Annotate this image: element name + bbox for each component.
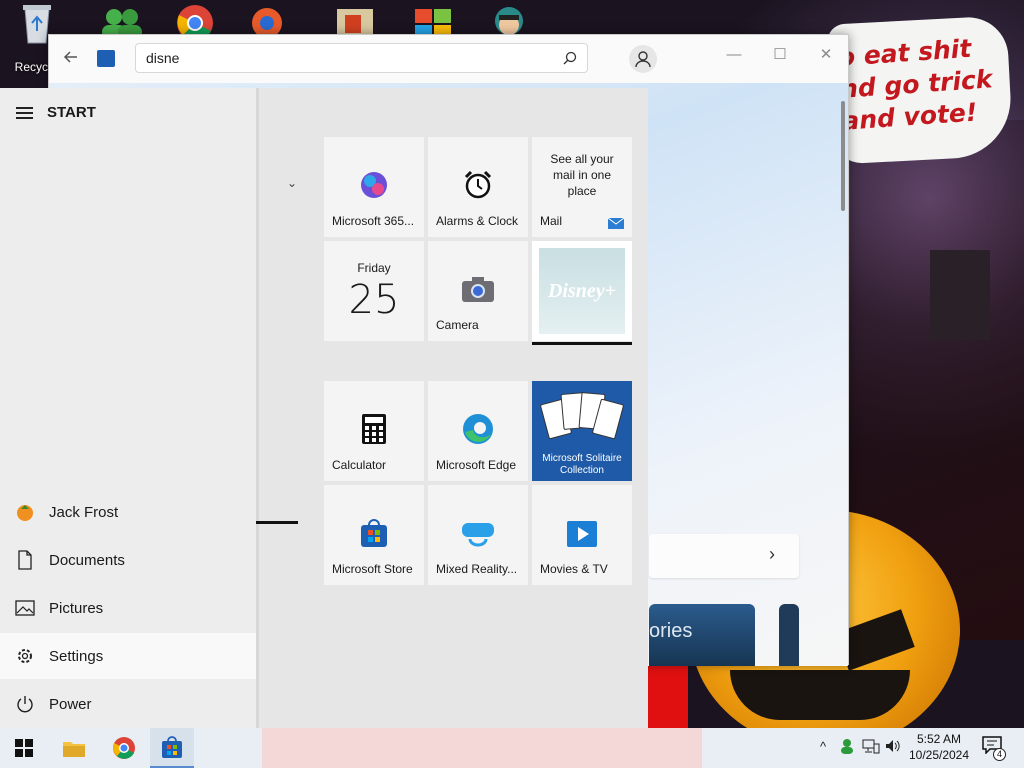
clock-date: 10/25/2024 <box>908 748 970 762</box>
folder-icon <box>63 742 85 757</box>
movies-tv-icon <box>564 515 600 551</box>
start-item-label: Jack Frost <box>49 503 119 521</box>
notification-count-badge: 4 <box>993 748 1006 761</box>
search-icon[interactable] <box>563 51 577 65</box>
mixed-reality-icon <box>460 515 496 551</box>
start-header[interactable]: START <box>16 104 96 121</box>
taskbar-clock[interactable]: 5:52 AM 10/25/2024 <box>900 731 978 763</box>
tile-label: Camera <box>436 318 479 332</box>
chevron-down-icon[interactable]: ⌄ <box>287 176 297 190</box>
maximize-button[interactable]: ☐ <box>757 41 803 69</box>
gear-icon <box>14 645 36 667</box>
minimize-button[interactable]: — <box>711 41 757 69</box>
close-button[interactable]: ✕ <box>803 41 849 69</box>
tile-microsoft-edge[interactable]: Microsoft Edge <box>428 381 528 481</box>
tile-label: Mixed Reality... <box>436 562 518 576</box>
tile-calendar[interactable]: Friday 25 <box>324 241 424 341</box>
disney-logo: Disney+ <box>547 280 617 302</box>
start-menu-tiles-pane: ⌄ Microsoft 365... Alarms & Clock See al… <box>259 88 648 728</box>
start-title: START <box>47 104 96 121</box>
store-taskbar-button[interactable] <box>150 728 194 768</box>
store-bag-icon <box>162 736 182 758</box>
start-item-power[interactable]: Power <box>0 681 256 727</box>
tile-mail[interactable]: See all your mail in one place Mail <box>532 137 632 237</box>
start-item-label: Power <box>49 695 92 713</box>
start-item-user[interactable]: Jack Frost <box>0 489 256 535</box>
tile-label: Movies & TV <box>540 562 608 576</box>
edge-icon <box>460 411 496 447</box>
tile-label: Alarms & Clock <box>436 214 519 228</box>
store-promo-card[interactable]: ories <box>649 604 755 666</box>
chevron-up-icon[interactable]: ^ <box>814 738 832 756</box>
start-item-pictures[interactable]: Pictures <box>0 585 256 631</box>
alarm-clock-icon <box>460 167 496 203</box>
start-item-label: Documents <box>49 551 125 569</box>
taskbar-highlight <box>262 728 702 768</box>
tile-label: Microsoft Store <box>332 562 413 576</box>
people-tray-icon[interactable] <box>838 738 856 756</box>
start-item-label: Pictures <box>49 599 104 617</box>
start-button[interactable] <box>2 728 46 768</box>
account-icon[interactable] <box>629 45 657 73</box>
tile-disney-plus[interactable]: Disney+ <box>532 241 632 345</box>
tile-movies-tv[interactable]: Movies & TV <box>532 485 632 585</box>
wallpaper-house <box>930 250 990 340</box>
tile-mixed-reality[interactable]: Mixed Reality... <box>428 485 528 585</box>
power-icon <box>14 693 36 715</box>
store-title-bar: — ☐ ✕ <box>49 35 848 83</box>
tile-label: Microsoft Edge <box>436 458 517 472</box>
camera-icon <box>460 271 496 307</box>
calendar-day: Friday <box>357 261 391 275</box>
start-item-label: Settings <box>49 647 104 665</box>
drag-marker-line <box>256 521 298 524</box>
mail-icon <box>608 217 624 229</box>
tile-alarms-clock[interactable]: Alarms & Clock <box>428 137 528 237</box>
back-arrow-icon[interactable] <box>63 49 83 69</box>
calendar-date: 25 <box>348 277 400 323</box>
calculator-icon <box>356 411 392 447</box>
start-item-settings[interactable]: Settings <box>0 633 256 679</box>
vertical-scrollbar[interactable] <box>841 101 845 211</box>
microsoft-365-icon <box>356 167 392 203</box>
disney-tile-image: Disney+ <box>539 248 625 334</box>
network-icon[interactable] <box>862 738 880 756</box>
hamburger-menu-icon[interactable] <box>16 106 33 119</box>
tile-microsoft-365[interactable]: Microsoft 365... <box>324 137 424 237</box>
user-avatar-icon <box>14 501 36 523</box>
pictures-icon <box>14 597 36 619</box>
tile-label: Calculator <box>332 458 387 472</box>
promo-text: ories <box>649 620 693 642</box>
chevron-right-icon: › <box>769 544 775 564</box>
taskbar: ^ 5:52 AM 10/25/2024 4 <box>0 728 1024 768</box>
tile-label: Microsoft 365... <box>332 214 415 228</box>
chrome-icon <box>113 737 135 759</box>
wallpaper-text: o eat shit nd go trick and vote! <box>836 33 994 136</box>
start-item-documents[interactable]: Documents <box>0 537 256 583</box>
chrome-taskbar-button[interactable] <box>102 728 146 768</box>
solitaire-label: Microsoft Solitaire Collection <box>542 453 622 476</box>
wallpaper-red-block <box>648 665 688 728</box>
tile-focus-underline <box>532 342 632 345</box>
store-promo-card-2[interactable] <box>779 604 799 666</box>
tile-solitaire[interactable]: Microsoft Solitaire Collection <box>532 381 632 481</box>
store-bag-icon <box>356 515 392 551</box>
store-list-card[interactable]: › <box>649 534 799 578</box>
tile-microsoft-store[interactable]: Microsoft Store <box>324 485 424 585</box>
search-box[interactable] <box>135 43 588 73</box>
store-app-icon <box>97 50 115 67</box>
clock-time: 5:52 AM <box>916 732 962 746</box>
search-input[interactable] <box>146 50 546 66</box>
windows-logo-icon <box>15 739 33 757</box>
tile-camera[interactable]: Camera <box>428 241 528 341</box>
document-icon <box>14 549 36 571</box>
start-menu-left-pane: START Jack Frost Documents Pictures Sett… <box>0 88 259 728</box>
mail-tile-text: See all your mail in one place <box>550 152 614 198</box>
tile-calculator[interactable]: Calculator <box>324 381 424 481</box>
file-explorer-taskbar-button[interactable] <box>52 728 96 768</box>
